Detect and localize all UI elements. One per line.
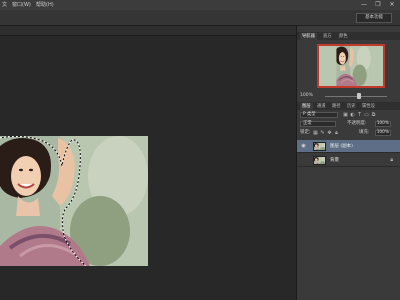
tab-channels[interactable]: 通道	[315, 103, 328, 110]
layer-thumbnail	[313, 156, 326, 165]
navigator-zoom-row: 100%	[297, 92, 400, 100]
document-tab-strip	[0, 26, 296, 36]
right-panel-dock: 导航器 直方 颜色 100% 图层 通道 路径 历史 属性设 P 类型 ▣ ◐ …	[296, 26, 400, 300]
layer-row[interactable]: ◉ 图层 (副本)	[297, 140, 400, 153]
tab-paths[interactable]: 路径	[330, 103, 343, 110]
tab-history[interactable]: 历史	[345, 103, 358, 110]
layer-filter-row: P 类型 ▣ ◐ T ▭ ⧉	[297, 111, 400, 119]
opacity-label: 不透明度:	[347, 121, 367, 126]
tab-histogram[interactable]: 直方	[321, 33, 334, 40]
document-image[interactable]	[0, 136, 148, 266]
close-button[interactable]: ✕	[386, 1, 398, 9]
navigator-panel-tabs: 导航器 直方 颜色	[297, 32, 400, 40]
lock-all-icon[interactable]: 🔒︎	[334, 130, 339, 136]
pixel-filter-icon[interactable]: ▣	[343, 112, 348, 118]
tab-properties[interactable]: 属性设	[360, 103, 377, 110]
tab-layers[interactable]: 图层	[300, 103, 313, 110]
options-bar: 基本功能	[0, 10, 400, 26]
lock-position-icon[interactable]: ✥	[327, 130, 332, 136]
lock-transparency-icon[interactable]: ▦	[313, 130, 318, 136]
menu-bar: 文 窗口(W) 帮助(H) — ❐ ✕	[0, 0, 400, 10]
lock-pixels-icon[interactable]: ✎	[320, 130, 325, 136]
layer-name[interactable]: 背景	[330, 154, 339, 167]
blend-opacity-row: 正常 不透明度: 100%	[297, 120, 400, 128]
menu-item-window[interactable]: 窗口(W)	[12, 1, 31, 9]
workspace-switcher[interactable]: 基本功能	[356, 13, 392, 23]
smart-object-filter-icon[interactable]: ⧉	[371, 112, 376, 118]
zoom-slider[interactable]	[325, 93, 387, 99]
fill-label: 填充:	[359, 130, 370, 135]
blend-mode-select[interactable]: 正常	[300, 121, 336, 127]
menu-item-help[interactable]: 帮助(H)	[36, 1, 54, 9]
minimize-button[interactable]: —	[358, 1, 370, 9]
layer-kind-filter[interactable]: P 类型	[300, 112, 338, 118]
opacity-field[interactable]: 100%	[375, 121, 391, 127]
zoom-slider-knob[interactable]	[357, 93, 362, 99]
type-filter-icon[interactable]: T	[357, 112, 362, 118]
visibility-eye-icon[interactable]: ◉	[300, 157, 307, 164]
visibility-eye-icon[interactable]: ◉	[300, 143, 307, 150]
lock-fill-row: 锁定: ▦ ✎ ✥ 🔒︎ 填充: 100%	[297, 129, 400, 137]
navigator-thumbnail[interactable]	[317, 44, 385, 88]
zoom-level[interactable]: 100%	[300, 92, 313, 100]
layers-panel-tabs: 图层 通道 路径 历史 属性设	[297, 102, 400, 110]
layer-name[interactable]: 图层 (副本)	[330, 140, 353, 153]
restore-button[interactable]: ❐	[372, 1, 384, 9]
tab-color[interactable]: 颜色	[337, 33, 350, 40]
lock-label: 锁定:	[300, 130, 311, 135]
menu-item-partial[interactable]: 文	[2, 1, 7, 9]
canvas-area[interactable]	[0, 36, 296, 300]
fill-field[interactable]: 100%	[375, 130, 391, 136]
layer-thumbnail	[313, 142, 326, 151]
layer-lock-icon: 🔒︎	[390, 157, 393, 163]
shape-filter-icon[interactable]: ▭	[364, 112, 369, 118]
tab-navigator[interactable]: 导航器	[300, 33, 317, 40]
layer-row[interactable]: ◉ 背景 🔒︎	[297, 154, 400, 167]
adjustment-filter-icon[interactable]: ◐	[350, 112, 355, 118]
